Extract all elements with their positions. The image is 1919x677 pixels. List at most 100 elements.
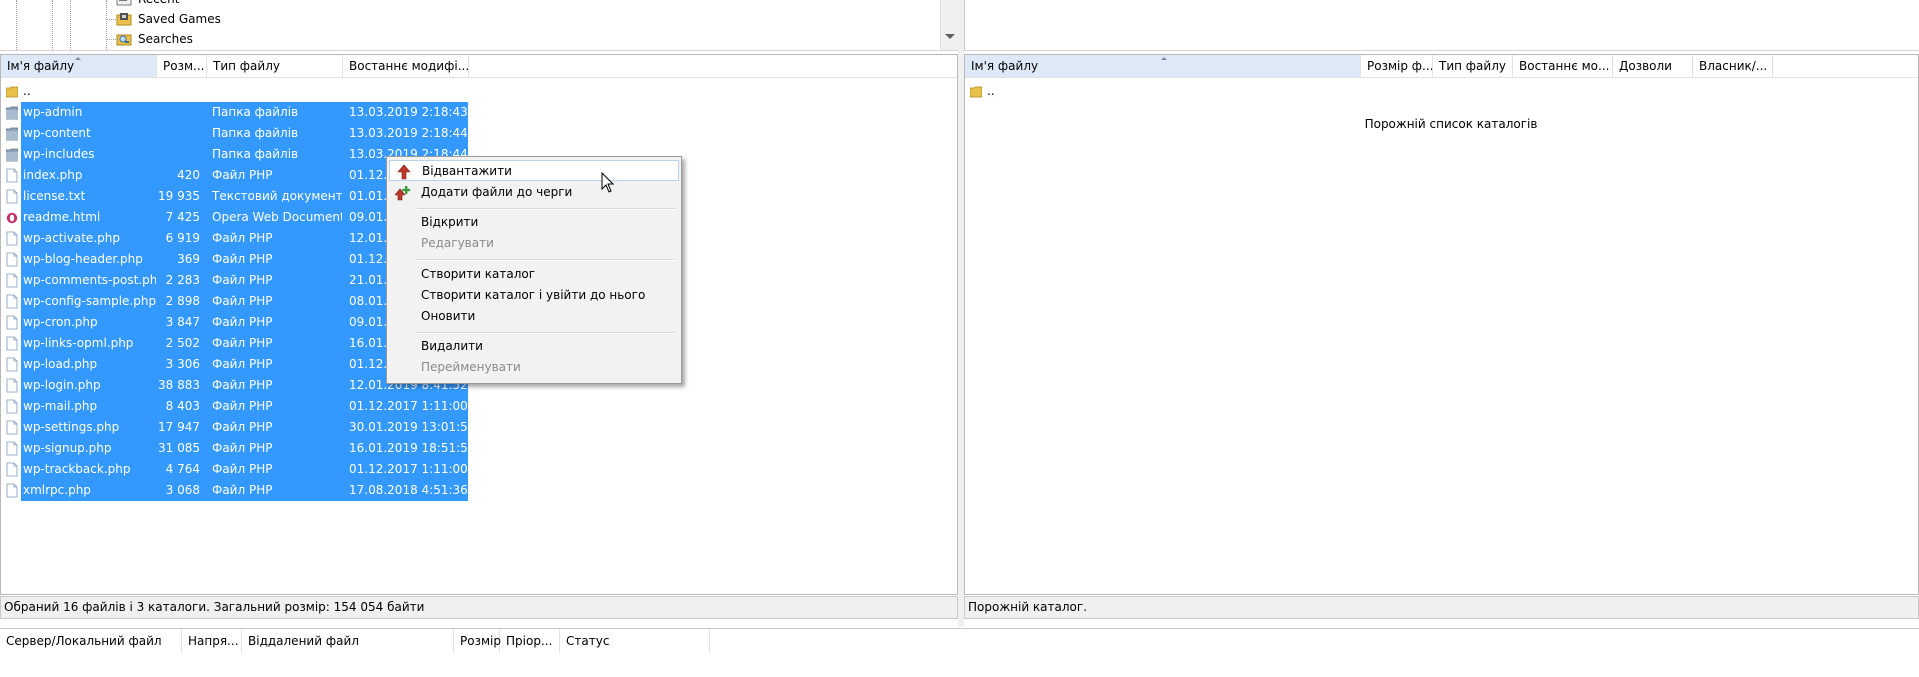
file-icon: [6, 315, 18, 330]
menu-item-upload[interactable]: Відвантажити: [389, 160, 679, 181]
column-header-type[interactable]: Тип файлу: [1433, 55, 1513, 77]
file-type: Файл PHP: [212, 336, 273, 350]
file-type: Текстовий документ: [212, 189, 342, 203]
file-type: Файл PHP: [212, 441, 273, 455]
menu-item-label: Створити каталог: [421, 267, 536, 281]
file-name: wp-load.php: [23, 357, 98, 371]
folder-icon: [6, 106, 18, 120]
file-size: 19 935: [158, 189, 200, 203]
file-row[interactable]: wp-content Папка файлів 13.03.2019 2:18:44: [1, 123, 471, 144]
file-size: 2 502: [165, 336, 200, 350]
menu-item-label: Перейменувати: [421, 360, 521, 374]
column-header-owner[interactable]: Власник/...: [1693, 55, 1773, 77]
local-directory-tree[interactable]: Recent Saved Games Searches: [0, 0, 958, 51]
tree-item-label: Searches: [138, 32, 193, 46]
menu-item-rename[interactable]: Перейменувати: [389, 357, 679, 378]
file-icon: [6, 231, 18, 246]
column-header-label: Тип файлу: [1439, 59, 1506, 73]
file-row[interactable]: wp-mail.php 8 403 Файл PHP 01.12.2017 1:11:…: [1, 396, 471, 417]
file-type: Папка файлів: [212, 105, 299, 119]
queue-column-priority[interactable]: Пріор...: [500, 629, 560, 653]
file-icon: [6, 462, 18, 477]
column-header-filename[interactable]: Ім'я файлу: [965, 55, 1361, 77]
queue-column-size[interactable]: Розмір: [454, 629, 501, 653]
file-size: 420: [177, 168, 200, 182]
file-type: Файл PHP: [212, 315, 273, 329]
file-row[interactable]: wp-admin Папка файлів 13.03.2019 2:18:43: [1, 102, 471, 123]
file-size: 7 425: [165, 210, 200, 224]
menu-item-refresh[interactable]: Оновити: [389, 306, 679, 327]
column-header-filename[interactable]: Ім'я файлу: [1, 55, 157, 77]
file-name: wp-activate.php: [23, 231, 120, 245]
menu-item-delete[interactable]: Видалити: [389, 336, 679, 357]
column-header-type[interactable]: Тип файлу: [207, 55, 343, 77]
queue-column-status[interactable]: Статус: [560, 629, 710, 653]
file-size: 3 306: [165, 357, 200, 371]
file-type: Файл PHP: [212, 273, 273, 287]
file-name: wp-admin: [23, 105, 83, 119]
empty-directory-message: Порожній список каталогів: [1364, 117, 1538, 131]
menu-item-add-to-queue[interactable]: Додати файли до черги: [389, 182, 679, 203]
file-row[interactable]: wp-trackback.php 4 764 Файл PHP 01.12.2017 …: [1, 459, 471, 480]
sort-ascending-icon: [75, 57, 81, 60]
file-row[interactable]: wp-signup.php 31 085 Файл PHP 16.01.2019 18…: [1, 438, 471, 459]
file-name: wp-cron.php: [23, 315, 98, 329]
queue-column-direction[interactable]: Напря...: [182, 629, 242, 653]
file-type: Папка файлів: [212, 126, 299, 140]
column-header-size[interactable]: Розм...: [157, 55, 207, 77]
file-name: xmlrpc.php: [23, 483, 91, 497]
menu-item-edit[interactable]: Редагувати: [389, 233, 679, 254]
menu-item-create-directory[interactable]: Створити каталог: [389, 264, 679, 285]
scroll-down-arrow-icon[interactable]: [945, 34, 955, 39]
transfer-queue[interactable]: Сервер/Локальний файл Напря... Віддалени…: [0, 628, 1919, 677]
queue-column-server-local-file[interactable]: Сервер/Локальний файл: [0, 629, 182, 653]
menu-item-create-and-enter-directory[interactable]: Створити каталог і увійти до нього: [389, 285, 679, 306]
local-status-bar: Обраний 16 файлів і 3 каталоги. Загальни…: [0, 596, 958, 619]
file-modified: 16.01.2019 18:51:52: [349, 441, 469, 455]
file-row[interactable]: wp-settings.php 17 947 Файл PHP 30.01.2019 …: [1, 417, 471, 438]
file-size: 2 898: [165, 294, 200, 308]
file-size: 6 919: [165, 231, 200, 245]
column-header-label: Востаннє модифі...: [349, 59, 469, 73]
file-name: wp-includes: [23, 147, 95, 161]
tree-scrollbar[interactable]: [940, 0, 959, 50]
file-type: Файл PHP: [212, 420, 273, 434]
column-header-label: Пріор...: [506, 634, 553, 648]
file-icon: [6, 441, 18, 456]
searches-folder-icon: [116, 34, 132, 46]
file-size: 8 403: [165, 399, 200, 413]
menu-separator: [417, 208, 675, 210]
file-type: Файл PHP: [212, 357, 273, 371]
column-header-label: Тип файлу: [213, 59, 280, 73]
column-header-permissions[interactable]: Дозволи: [1613, 55, 1693, 77]
column-header-modified[interactable]: Востаннє мо...: [1513, 55, 1613, 77]
file-icon: [6, 336, 18, 351]
menu-separator: [417, 259, 675, 261]
file-name: wp-trackback.php: [23, 462, 131, 476]
column-header-modified[interactable]: Востаннє модифі...: [343, 55, 469, 77]
file-type: Папка файлів: [212, 147, 299, 161]
column-header-label: Ім'я файлу: [7, 59, 75, 73]
remote-file-list[interactable]: Ім'я файлу Розмір ф... Тип файлу Востанн…: [964, 54, 1919, 595]
file-size: 4 764: [165, 462, 200, 476]
menu-item-label: Додати файли до черги: [421, 185, 573, 199]
file-icon: [6, 483, 18, 498]
file-type: Файл PHP: [212, 294, 273, 308]
menu-item-open[interactable]: Відкрити: [389, 212, 679, 233]
sort-ascending-icon: [1161, 57, 1167, 60]
file-icon: [6, 189, 18, 204]
parent-directory-row[interactable]: ..: [965, 81, 1265, 102]
parent-directory-row[interactable]: ..: [1, 81, 471, 102]
file-row[interactable]: xmlrpc.php 3 068 Файл PHP 17.08.2018 4:51:3…: [1, 480, 471, 501]
folder-icon: [6, 86, 18, 98]
file-icon: [6, 399, 18, 414]
column-header-label: Напря...: [188, 634, 239, 648]
file-icon: [6, 252, 18, 267]
column-header-size[interactable]: Розмір ф...: [1361, 55, 1433, 77]
menu-item-label: Відвантажити: [422, 164, 512, 178]
column-header-label: Розм...: [163, 59, 205, 73]
queue-column-remote-file[interactable]: Віддалений файл: [242, 629, 454, 653]
row-name: ..: [987, 84, 995, 98]
file-type: Файл PHP: [212, 483, 273, 497]
remote-directory-tree[interactable]: [964, 0, 1919, 51]
